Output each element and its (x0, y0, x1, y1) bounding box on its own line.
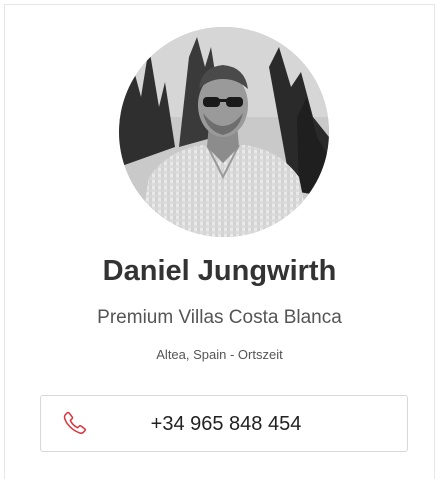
page: Daniel Jungwirth Premium Villas Costa Bl… (0, 0, 435, 479)
agent-location: Altea, Spain - Ortszeit (156, 347, 283, 362)
agent-card: Daniel Jungwirth Premium Villas Costa Bl… (4, 4, 435, 479)
call-phone-button[interactable]: +34 965 848 454 (40, 395, 408, 452)
avatar (119, 27, 329, 237)
agent-company: Premium Villas Costa Blanca (97, 307, 342, 328)
profile-photo (119, 27, 329, 237)
phone-number: +34 965 848 454 (150, 413, 302, 435)
agent-name: Daniel Jungwirth (102, 255, 337, 287)
